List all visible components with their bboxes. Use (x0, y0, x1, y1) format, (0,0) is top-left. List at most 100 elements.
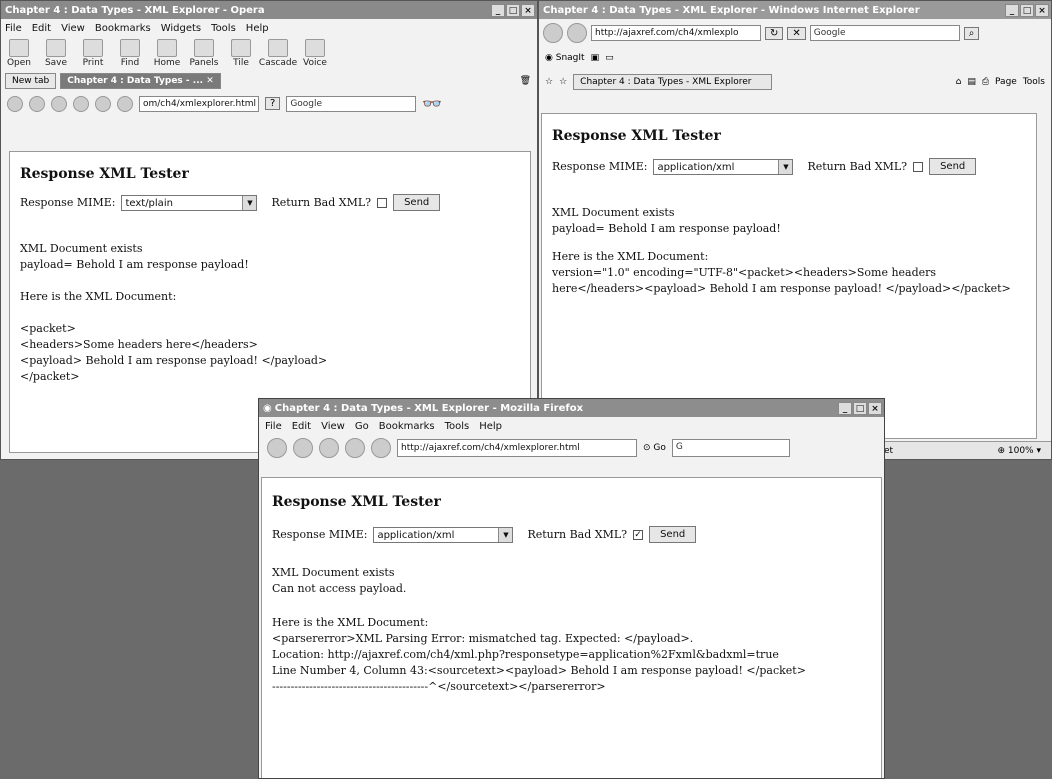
go-button[interactable]: ⊙ Go (643, 443, 666, 453)
tile-button[interactable]: Tile (227, 39, 255, 68)
menu-edit[interactable]: Edit (292, 421, 311, 432)
address-field[interactable]: http://ajaxref.com/ch4/xmlexplorer.html (397, 439, 637, 457)
close-button[interactable]: × (1035, 3, 1049, 17)
send-button[interactable]: Send (929, 158, 977, 175)
maximize-button[interactable]: □ (853, 401, 867, 415)
firefox-titlebar: ◉ Chapter 4 : Data Types - XML Explorer … (259, 399, 884, 417)
menu-help[interactable]: Help (246, 23, 269, 34)
mime-value: application/xml (377, 529, 455, 541)
mime-label: Response MIME: (272, 528, 368, 541)
stop-icon[interactable] (345, 438, 365, 458)
send-button[interactable]: Send (649, 526, 697, 543)
floppy-icon (46, 39, 66, 57)
maximize-button[interactable]: □ (1020, 3, 1034, 17)
rewind-icon[interactable] (7, 95, 23, 112)
tab-chapter4[interactable]: Chapter 4 : Data Types - XML Explorer (573, 74, 773, 90)
output-line: XML Document exists (272, 566, 395, 579)
search-field[interactable]: G (671, 439, 790, 457)
menu-tools[interactable]: Tools (211, 23, 236, 34)
find-button[interactable]: Find (116, 39, 144, 68)
close-tab-icon[interactable]: ✕ (206, 76, 214, 86)
cascade-button[interactable]: Cascade (259, 39, 297, 68)
mime-select[interactable]: application/xml ▼ (653, 158, 794, 175)
snagit-label: SnagIt (555, 53, 585, 63)
menu-bookmarks[interactable]: Bookmarks (95, 23, 151, 34)
opera-toolbar: Open Save Print Find Home Panels Tile Ca… (1, 37, 537, 70)
voice-button[interactable]: Voice (301, 39, 329, 68)
cascade-icon (268, 39, 288, 57)
minimize-button[interactable]: _ (491, 3, 505, 17)
address-field[interactable]: http://ajaxref.com/ch4/xmlexplo (591, 25, 761, 41)
forward-icon[interactable] (293, 438, 313, 458)
panels-button[interactable]: Panels (190, 39, 218, 68)
capture-icon[interactable]: ▣ (591, 53, 600, 63)
open-button[interactable]: Open (5, 39, 33, 68)
edit-icon[interactable] (117, 95, 133, 112)
firefox-logo-icon: ◉ (263, 402, 272, 414)
feeds-icon[interactable]: ▤ (967, 77, 976, 87)
stop-button[interactable]: ✕ (787, 26, 806, 40)
ie-page: Response XML Tester Response MIME: appli… (541, 113, 1037, 439)
print-icon[interactable]: ⎙ (982, 77, 989, 87)
output-line: Can not access payload. (272, 582, 407, 595)
close-button[interactable]: × (521, 3, 535, 17)
minimize-button[interactable]: _ (1005, 3, 1019, 17)
search-icon[interactable]: ⌕ (963, 26, 980, 40)
home-icon[interactable]: ⌂ (956, 77, 962, 87)
menu-help[interactable]: Help (479, 421, 502, 432)
search-field[interactable]: Google (809, 25, 960, 41)
menu-view[interactable]: View (321, 421, 345, 432)
binoculars-icon[interactable]: 👓 (422, 94, 442, 113)
tools-menu[interactable]: Tools (1023, 77, 1045, 87)
back-icon[interactable] (29, 95, 45, 112)
zoom-control[interactable]: ⊕ 100% ▾ (997, 446, 1041, 456)
bad-xml-checkbox[interactable] (377, 197, 388, 208)
opera-navbar: om/ch4/xmlexplorer.html ? Google 👓 (1, 92, 537, 115)
bad-xml-checkbox[interactable]: ✓ (633, 529, 644, 540)
window-capture-icon[interactable]: ▭ (605, 53, 614, 63)
page-menu[interactable]: Page (995, 77, 1017, 87)
mime-select[interactable]: text/plain ▼ (121, 194, 258, 211)
trash-icon[interactable]: 🗑 (520, 76, 531, 86)
fastforward-icon[interactable] (73, 95, 89, 112)
home-button[interactable]: Home (153, 39, 181, 68)
forward-icon[interactable] (567, 23, 587, 43)
address-field[interactable]: om/ch4/xmlexplorer.html (139, 95, 259, 112)
minimize-button[interactable]: _ (838, 401, 852, 415)
opera-window: Chapter 4 : Data Types - XML Explorer - … (0, 0, 538, 460)
favorites-star-icon[interactable]: ☆ (545, 77, 553, 87)
go-label: Go (653, 443, 666, 453)
mime-select[interactable]: application/xml ▼ (373, 526, 514, 543)
tab-chapter4[interactable]: Chapter 4 : Data Types - ... ✕ (60, 73, 221, 89)
error-line: <parsererror>XML Parsing Error: mismatch… (272, 632, 694, 645)
menu-file[interactable]: File (5, 23, 22, 34)
forward-icon[interactable] (51, 95, 67, 112)
bad-xml-checkbox[interactable] (913, 161, 924, 172)
search-engine-label: G (675, 442, 683, 452)
mime-label: Response MIME: (20, 196, 116, 209)
reload-icon[interactable] (95, 95, 111, 112)
search-field[interactable]: Google (286, 95, 417, 112)
back-icon[interactable] (543, 23, 563, 43)
menu-widgets[interactable]: Widgets (161, 23, 201, 34)
refresh-button[interactable]: ↻ (765, 26, 784, 40)
maximize-button[interactable]: □ (506, 3, 520, 17)
menu-bookmarks[interactable]: Bookmarks (379, 421, 435, 432)
home-icon[interactable] (371, 438, 391, 458)
help-icon[interactable]: ? (265, 97, 281, 110)
menu-file[interactable]: File (265, 421, 282, 432)
menu-go[interactable]: Go (355, 421, 369, 432)
close-button[interactable]: × (868, 401, 882, 415)
menu-tools[interactable]: Tools (445, 421, 470, 432)
add-favorites-icon[interactable]: ☆ (559, 77, 567, 87)
error-line: Location: http://ajaxref.com/ch4/xml.php… (272, 648, 779, 661)
menu-view[interactable]: View (61, 23, 85, 34)
save-button[interactable]: Save (42, 39, 70, 68)
reload-icon[interactable] (319, 438, 339, 458)
print-button[interactable]: Print (79, 39, 107, 68)
menu-edit[interactable]: Edit (32, 23, 51, 34)
snagit-button[interactable]: ◉ SnagIt (545, 53, 585, 63)
send-button[interactable]: Send (393, 194, 441, 211)
back-icon[interactable] (267, 438, 287, 458)
tab-new[interactable]: New tab (5, 73, 57, 89)
